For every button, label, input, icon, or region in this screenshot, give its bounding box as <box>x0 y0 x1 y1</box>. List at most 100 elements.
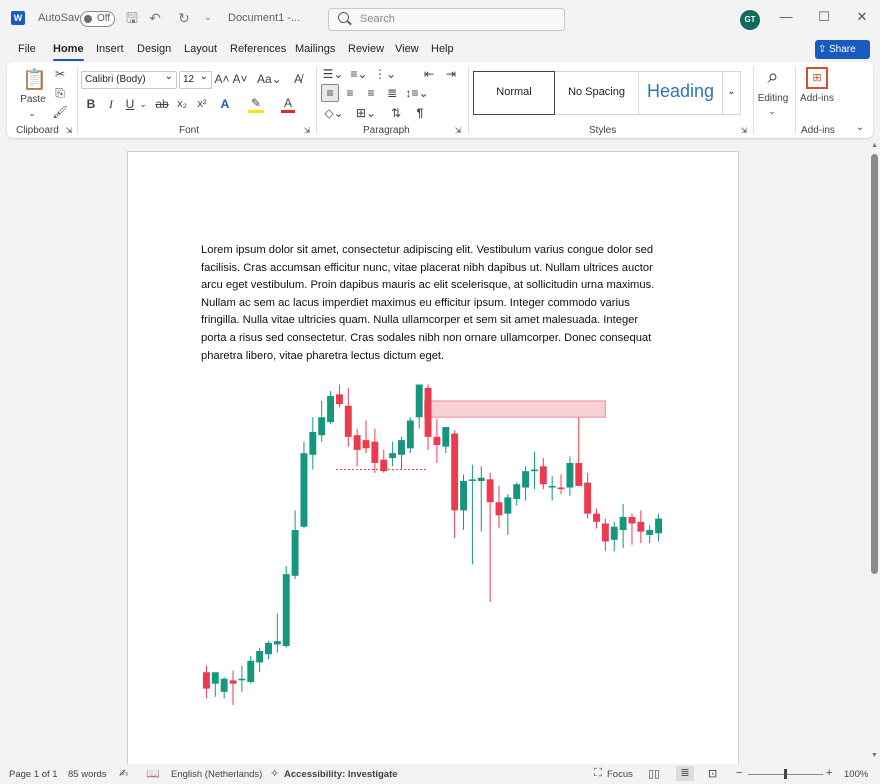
document-title[interactable]: Document1 -... <box>228 12 300 24</box>
style-no-spacing[interactable]: No Spacing <box>555 71 639 115</box>
format-painter-icon[interactable]: 🖌 <box>52 104 68 120</box>
accessibility-icon[interactable]: ✧ <box>270 767 279 780</box>
sort-icon[interactable]: ⇅ <box>388 105 404 121</box>
vertical-scrollbar[interactable]: ▲ ▼ <box>870 140 880 764</box>
focus-icon[interactable]: ⛶ <box>594 767 602 780</box>
paste-dropdown-icon[interactable]: ⌄ <box>25 105 39 121</box>
tab-layout[interactable]: Layout <box>184 43 217 55</box>
read-mode-icon[interactable]: ▯▯ <box>648 767 660 780</box>
reading-icon[interactable]: 📖 <box>146 767 160 780</box>
underline-icon[interactable]: U <box>123 96 137 112</box>
save-icon[interactable]: 🖫 <box>124 10 140 26</box>
font-launcher-icon[interactable]: ⇲ <box>302 123 312 139</box>
zoom-out-icon[interactable]: − <box>736 767 742 779</box>
line-spacing-icon[interactable]: ↕≡⌄ <box>405 85 429 101</box>
styles-launcher-icon[interactable]: ⇲ <box>739 123 749 139</box>
zoom-level[interactable]: 100% <box>844 769 868 780</box>
editing-search-icon[interactable]: ⌕ <box>760 65 786 89</box>
group-label-addins: Add-ins <box>801 125 835 136</box>
search-input[interactable]: Search <box>328 8 565 31</box>
print-layout-icon[interactable]: ≣ <box>676 766 694 781</box>
candle <box>468 464 476 565</box>
tab-review[interactable]: Review <box>348 43 384 55</box>
superscript-icon[interactable]: x² <box>195 96 209 112</box>
shrink-font-icon[interactable]: A˅ <box>232 71 248 87</box>
scrollbar-thumb[interactable] <box>871 154 878 574</box>
highlight-icon[interactable]: ✎ <box>248 96 264 113</box>
editing-dropdown-icon[interactable]: ⌄ <box>765 103 779 119</box>
paste-icon[interactable]: 📋 <box>22 67 47 93</box>
multilevel-list-icon[interactable]: ⋮⌄ <box>374 66 396 82</box>
candle <box>256 647 264 673</box>
scroll-up-icon[interactable]: ▲ <box>871 142 878 149</box>
tab-view[interactable]: View <box>395 43 419 55</box>
grow-font-icon[interactable]: A˄ <box>214 71 230 87</box>
minimize-icon[interactable]: — <box>778 9 794 25</box>
tab-file[interactable]: File <box>18 43 36 55</box>
body-paragraph[interactable]: Lorem ipsum dolor sit amet, consectetur … <box>201 242 663 365</box>
copy-icon[interactable]: ⎘ <box>52 85 68 101</box>
style-heading[interactable]: Heading <box>639 71 723 115</box>
candle <box>291 510 299 580</box>
paragraph-launcher-icon[interactable]: ⇲ <box>453 123 463 139</box>
strikethrough-icon[interactable]: ab <box>154 96 170 112</box>
font-size-select[interactable]: 12 <box>179 69 212 89</box>
accessibility-status[interactable]: Accessibility: Investigate <box>284 769 398 780</box>
align-center-icon[interactable]: ≡ <box>342 85 358 101</box>
avatar[interactable]: GT <box>740 10 760 30</box>
web-layout-icon[interactable]: ⊡ <box>708 767 717 780</box>
tab-insert[interactable]: Insert <box>96 43 124 55</box>
justify-icon[interactable]: ≣ <box>384 85 400 101</box>
show-formatting-icon[interactable]: ¶ <box>412 105 428 121</box>
tab-home[interactable]: Home <box>53 43 84 61</box>
language[interactable]: English (Netherlands) <box>171 769 262 780</box>
close-icon[interactable]: ✕ <box>854 9 870 25</box>
tab-help[interactable]: Help <box>431 43 454 55</box>
change-case-icon[interactable]: Aa⌄ <box>257 71 282 87</box>
shading-icon[interactable]: ◇⌄ <box>322 105 346 121</box>
candle-body-up <box>513 484 521 499</box>
borders-icon[interactable]: ⊞⌄ <box>354 105 378 121</box>
candlestick-chart[interactable] <box>200 378 665 718</box>
tab-mailings[interactable]: Mailings <box>295 43 335 55</box>
style-normal[interactable]: Normal <box>473 71 555 115</box>
candle <box>522 466 530 501</box>
numbering-icon[interactable]: ≡⌄ <box>348 66 370 82</box>
decrease-indent-icon[interactable]: ⇤ <box>421 66 437 82</box>
align-left-icon[interactable]: ≡ <box>321 84 339 102</box>
cut-icon[interactable]: ✂ <box>52 66 68 82</box>
redo-icon[interactable]: ↻ <box>176 10 192 26</box>
word-count[interactable]: 85 words <box>68 769 107 780</box>
font-color-icon[interactable]: A <box>281 96 295 113</box>
addins-label[interactable]: Add-ins <box>797 91 837 107</box>
autosave-label: AutoSave <box>38 12 86 24</box>
addins-grid-icon[interactable]: ⊞ <box>806 67 828 89</box>
page-count[interactable]: Page 1 of 1 <box>9 769 58 780</box>
text-effects-icon[interactable]: A <box>218 96 232 112</box>
maximize-icon[interactable]: ☐ <box>816 9 832 25</box>
clipboard-launcher-icon[interactable]: ⇲ <box>64 123 74 139</box>
scroll-down-icon[interactable]: ▼ <box>871 752 878 759</box>
zoom-in-icon[interactable]: + <box>826 767 832 779</box>
font-name-select[interactable]: Calibri (Body) <box>81 69 177 89</box>
zoom-slider-thumb[interactable] <box>784 769 787 779</box>
collapse-ribbon-icon[interactable]: ⌄ <box>853 120 867 136</box>
tab-design[interactable]: Design <box>137 43 171 55</box>
subscript-icon[interactable]: x₂ <box>175 96 189 112</box>
clear-formatting-icon[interactable]: A̸ <box>290 71 306 87</box>
share-button[interactable]: Share <box>815 40 870 59</box>
customize-toolbar-icon[interactable]: ⌄ <box>200 10 216 26</box>
bullets-icon[interactable]: ☰⌄ <box>322 66 344 82</box>
undo-icon[interactable]: ↶ <box>147 10 163 26</box>
increase-indent-icon[interactable]: ⇥ <box>443 66 459 82</box>
bold-icon[interactable]: B <box>84 96 98 112</box>
proofing-icon[interactable]: ✍ <box>119 767 128 780</box>
underline-dropdown-icon[interactable]: ⌄ <box>138 96 148 112</box>
styles-more-button[interactable]: ⌄ <box>723 71 741 115</box>
autosave-toggle[interactable]: Off <box>80 11 115 27</box>
focus-label[interactable]: Focus <box>607 769 633 780</box>
tab-references[interactable]: References <box>230 43 286 55</box>
italic-icon[interactable]: I <box>104 96 118 112</box>
candle <box>380 449 388 473</box>
align-right-icon[interactable]: ≡ <box>363 85 379 101</box>
